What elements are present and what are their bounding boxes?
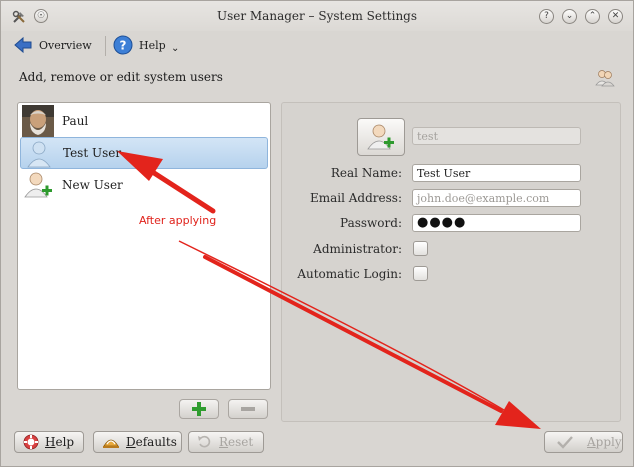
automatic-login-label: Automatic Login: [297, 267, 402, 281]
email-label: Email Address: [309, 191, 402, 205]
minimize-button[interactable]: ⌄ [562, 9, 577, 24]
administrator-label: Administrator: [313, 242, 402, 256]
minus-icon [241, 407, 255, 411]
user-list-item-new-user[interactable]: New User [20, 169, 268, 201]
help-menu-button[interactable]: ? Help [113, 34, 166, 56]
user-list[interactable]: Paul Test User New User [17, 102, 271, 390]
checkmark-icon [557, 436, 573, 449]
context-help-button[interactable]: ? [539, 9, 554, 24]
user-name-new-user: New User [62, 178, 123, 192]
user-name-paul: Paul [62, 114, 89, 128]
user-avatar-icon [367, 124, 394, 150]
remove-user-button[interactable] [228, 399, 268, 419]
help-label: Help [139, 38, 166, 52]
help-button-label: Help [45, 435, 75, 449]
user-list-item-paul[interactable]: Paul [20, 105, 268, 137]
defaults-icon [103, 439, 119, 448]
help-icon: ? [113, 35, 133, 55]
defaults-button[interactable]: Defaults [93, 431, 182, 453]
maximize-button[interactable]: ⌃ [585, 9, 600, 24]
overview-label: Overview [39, 38, 92, 52]
reset-button-label: Reset [219, 435, 254, 449]
password-field[interactable]: ●●●● [412, 214, 581, 232]
user-avatar-icon [27, 141, 51, 168]
apply-button[interactable]: Apply [544, 431, 623, 453]
administrator-checkbox[interactable] [413, 241, 428, 256]
apply-button-label: Apply [587, 435, 622, 449]
real-name-label: Real Name: [330, 166, 402, 180]
toolbar-separator [105, 36, 106, 56]
real-name-field[interactable]: Test User [412, 164, 581, 182]
help-button[interactable]: Help [14, 431, 84, 453]
user-list-item-test-user[interactable]: Test User [20, 137, 268, 169]
user-name-test-user: Test User [63, 146, 122, 160]
user-details-pane [281, 102, 621, 422]
reset-button[interactable]: Reset [188, 431, 264, 453]
annotation-after-applying: After applying [139, 214, 217, 227]
title-bar: ☉ User Manager – System Settings ? ⌄ ⌃ ✕ [1, 1, 633, 31]
close-button[interactable]: ✕ [608, 9, 623, 24]
add-user-icon [24, 172, 52, 198]
help-dropdown-chevron-icon[interactable]: ⌄ [171, 43, 179, 54]
password-label: Password: [340, 216, 402, 230]
users-icon [595, 70, 615, 87]
system-settings-window: ☉ User Manager – System Settings ? ⌄ ⌃ ✕… [0, 0, 634, 467]
toolbar: Overview ? Help ⌄ [1, 31, 633, 61]
add-user-button[interactable] [179, 399, 219, 419]
email-field[interactable]: john.doe@example.com [412, 189, 581, 207]
defaults-button-label: Defaults [126, 435, 177, 449]
overview-button[interactable]: Overview [13, 34, 92, 56]
username-field[interactable]: test [412, 127, 581, 145]
svg-text:?: ? [120, 39, 127, 53]
plus-icon [192, 402, 206, 416]
change-avatar-button[interactable] [357, 118, 405, 156]
page-heading: Add, remove or edit system users [19, 70, 223, 84]
automatic-login-checkbox[interactable] [413, 266, 428, 281]
back-arrow-icon [14, 36, 32, 54]
photo-avatar-icon [22, 105, 54, 137]
lifebuoy-icon [23, 434, 39, 450]
reset-icon [198, 435, 211, 448]
